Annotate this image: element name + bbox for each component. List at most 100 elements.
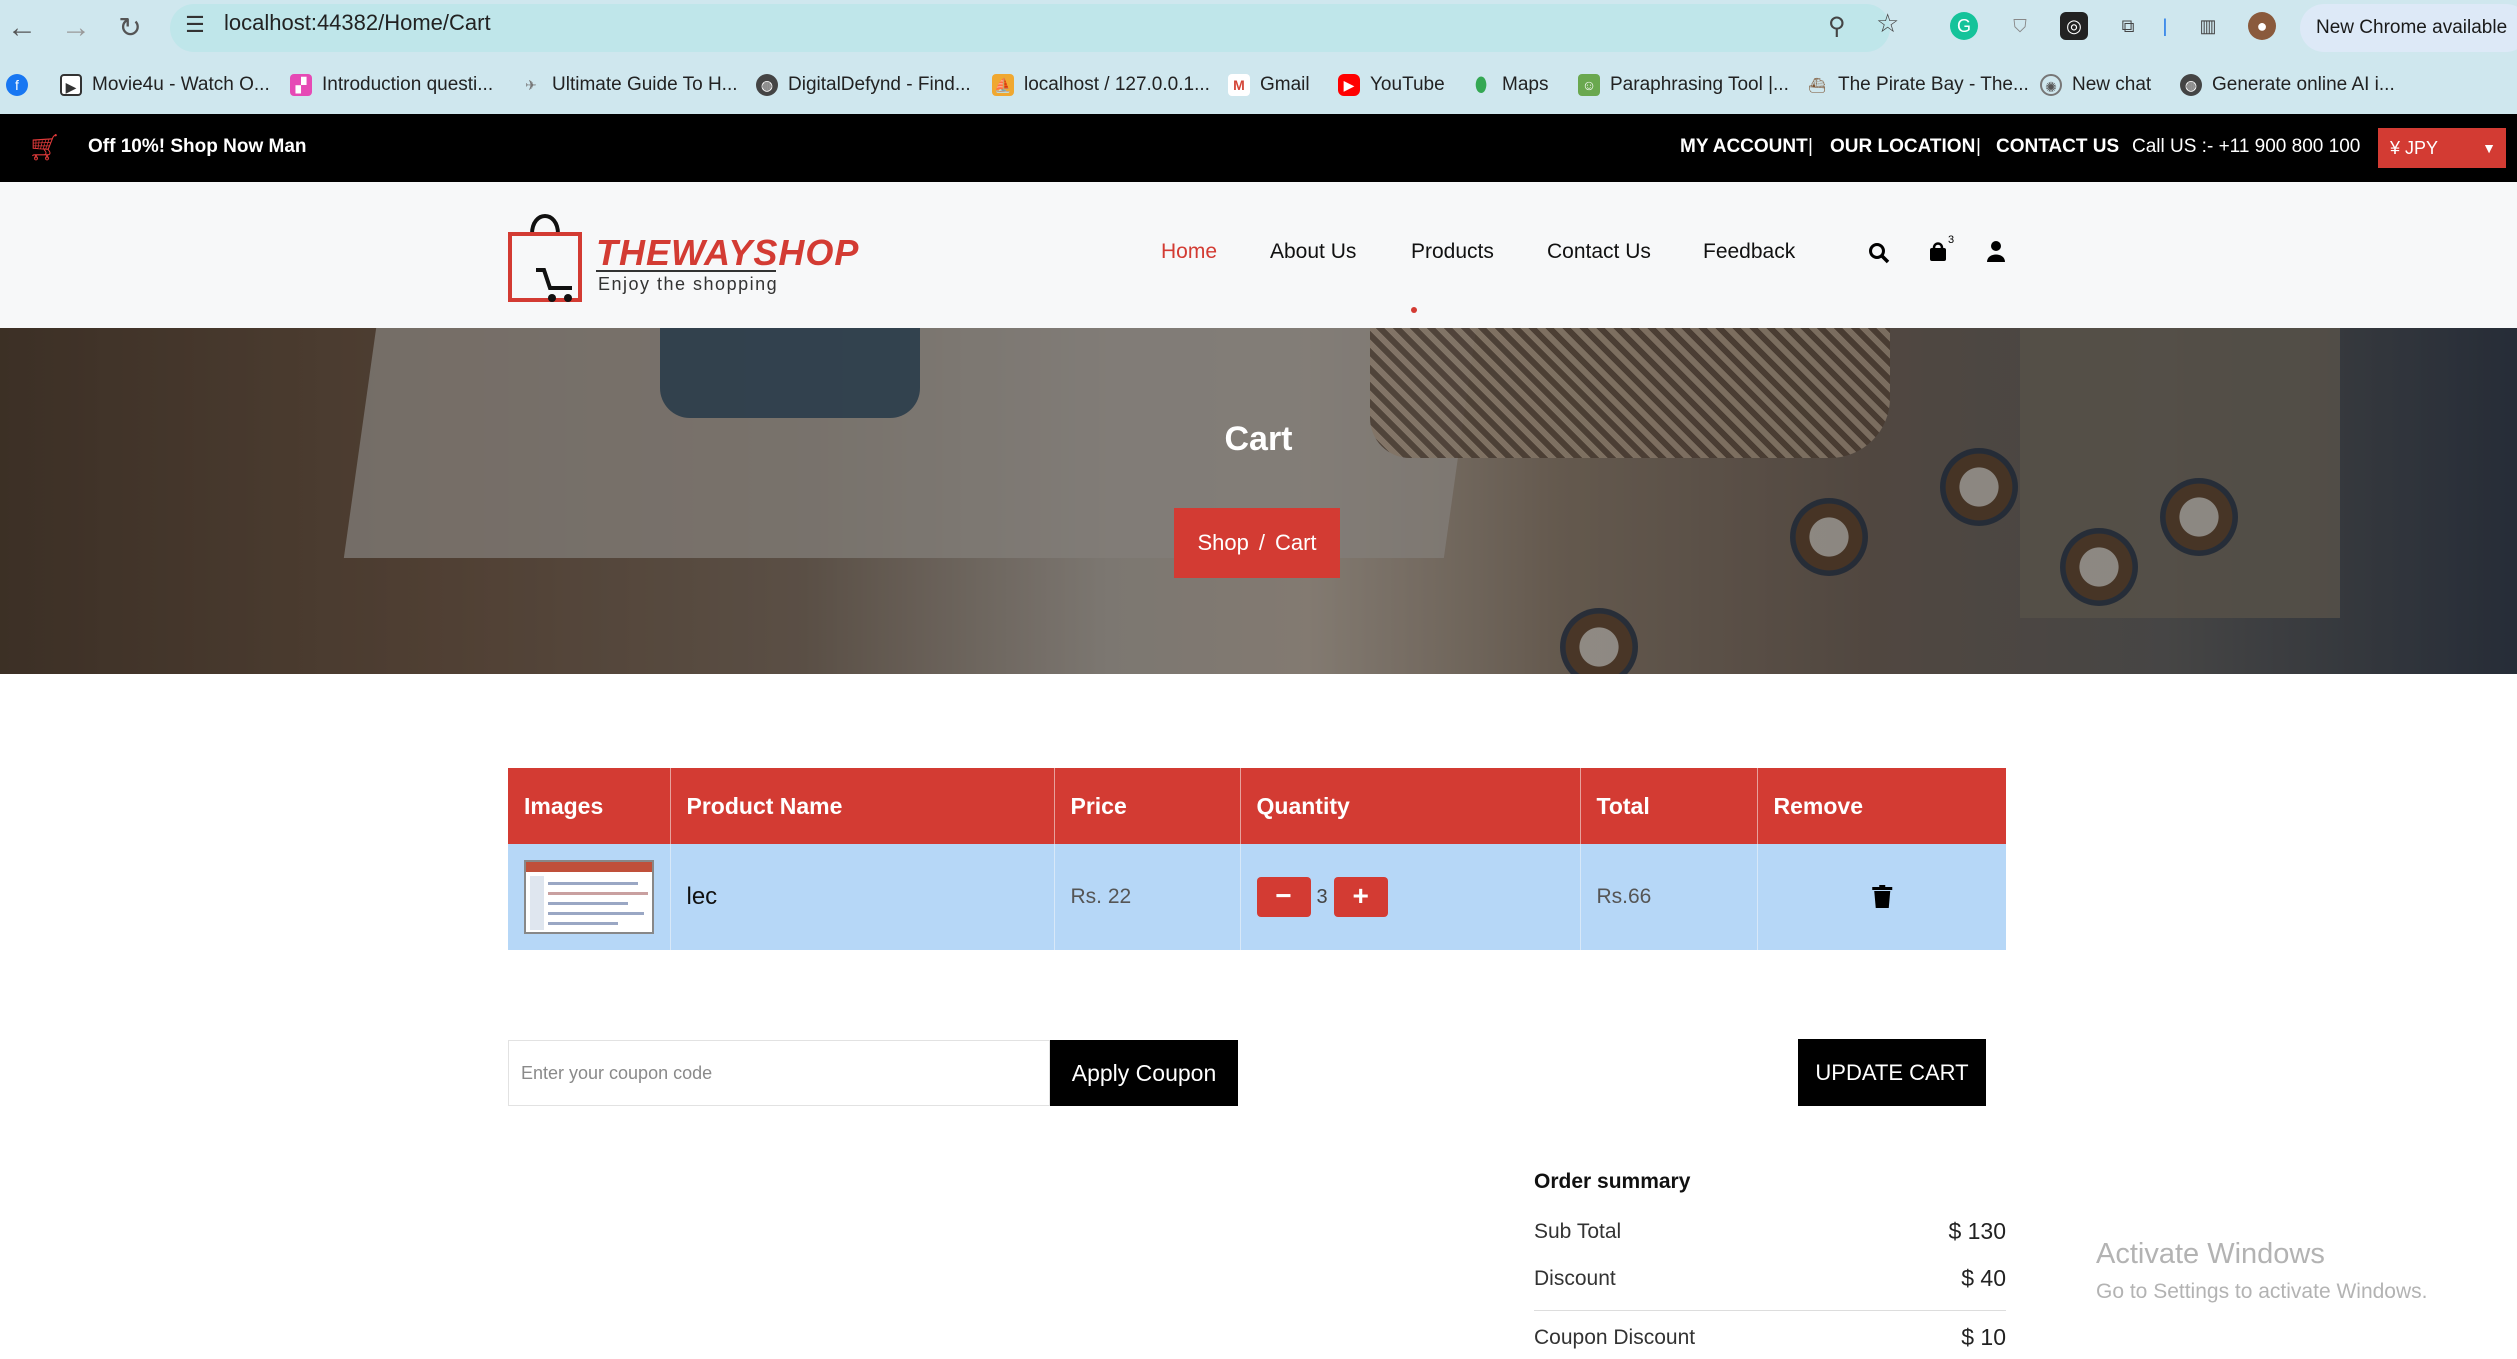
column-header-total: Total: [1580, 768, 1758, 844]
coupon-code-input[interactable]: [508, 1040, 1050, 1106]
thumbnail-line: [548, 902, 628, 905]
bookmark-generate-ai[interactable]: ◍ Generate online AI i...: [2180, 71, 2395, 99]
cart-table: Images Product Name Price Quantity Total…: [508, 768, 2006, 950]
address-bar-url[interactable]: localhost:44382/Home/Cart: [224, 10, 491, 36]
extensions-puzzle-icon[interactable]: ⧉: [2114, 12, 2142, 40]
quantity-decrease-button[interactable]: −: [1256, 877, 1311, 917]
summary-label-coupon-discount: Coupon Discount: [1534, 1326, 1696, 1349]
update-cart-button[interactable]: UPDATE CART: [1798, 1039, 1986, 1106]
thumbnail-sidebar: [530, 876, 544, 930]
toolbar-divider: |: [2162, 16, 2168, 36]
promo-text: Off 10%! Shop Now Man: [88, 136, 307, 157]
bookmark-youtube[interactable]: ▶ YouTube: [1338, 71, 1445, 99]
facebook-bookmark[interactable]: f: [6, 71, 38, 99]
chart-icon: ▞: [290, 73, 312, 96]
bookmark-maps[interactable]: ⬮ Maps: [1470, 71, 1549, 99]
browser-toolbar: ← → ↻ ☰ localhost:44382/Home/Cart ⚲ ☆ G …: [0, 0, 2517, 56]
bookmark-ultimate-guide[interactable]: ✈ Ultimate Guide To H...: [520, 71, 738, 99]
robot-icon: ☺: [1578, 73, 1600, 96]
bookmark-digitaldefynd[interactable]: ◍ DigitalDefynd - Find...: [756, 71, 971, 99]
bookmark-label: Paraphrasing Tool |...: [1610, 74, 1789, 95]
thumbnail-line: [548, 882, 638, 885]
search-icon[interactable]: [1868, 242, 1890, 264]
shopping-bag-logo-icon[interactable]: [506, 200, 588, 308]
thumbnail-line: [548, 912, 644, 915]
nav-feedback[interactable]: Feedback: [1703, 240, 1795, 264]
apply-coupon-button[interactable]: Apply Coupon: [1050, 1040, 1238, 1106]
back-arrow-icon[interactable]: ←: [4, 10, 40, 46]
summary-divider: [1534, 1310, 2006, 1311]
bookmark-star-icon[interactable]: ☆: [1876, 8, 1899, 39]
activate-windows-title: Activate Windows: [2096, 1238, 2325, 1270]
bookmark-gmail[interactable]: M Gmail: [1228, 71, 1310, 99]
bookmarks-bar: f ▶ Movie4u - Watch O... ▞ Introduction qu…: [0, 56, 2517, 114]
gmail-icon: M: [1228, 73, 1250, 96]
thumbnail-header: [526, 862, 652, 872]
youtube-icon: ▶: [1338, 73, 1360, 96]
breadcrumb: Shop / Cart: [1174, 508, 1340, 578]
nav-products[interactable]: Products: [1411, 240, 1494, 264]
active-nav-indicator: [1411, 307, 1417, 313]
globe-icon: ◍: [2180, 73, 2202, 96]
forward-arrow-icon[interactable]: →: [58, 10, 94, 46]
bookmark-label: Introduction questi...: [322, 74, 494, 95]
nav-about-us[interactable]: About Us: [1270, 240, 1356, 264]
profile-avatar-icon[interactable]: ●: [2248, 12, 2276, 40]
caret-down-icon: ▼: [2482, 140, 2496, 156]
column-header-quantity: Quantity: [1240, 768, 1581, 844]
my-account-link[interactable]: MY ACCOUNT: [1680, 136, 1808, 158]
bookmark-label: Ultimate Guide To H...: [552, 74, 738, 95]
chatgpt-icon: ✺: [2040, 73, 2062, 96]
brand-tagline: Enjoy the shopping: [598, 274, 779, 294]
brand-title[interactable]: THEWAYSHOP: [596, 232, 859, 274]
order-summary-title: Order summary: [1534, 1170, 1691, 1193]
summary-value-subtotal: $ 130: [1948, 1218, 2006, 1244]
cell-price: Rs. 22: [1054, 844, 1241, 950]
bookmark-new-chat[interactable]: ✺ New chat: [2040, 71, 2151, 99]
summary-value-discount: $ 40: [1961, 1265, 2006, 1291]
site-info-icon[interactable]: ☰: [180, 10, 210, 40]
phpmyadmin-icon: ⛵: [992, 73, 1014, 96]
globe-icon: ◍: [756, 73, 778, 96]
user-icon[interactable]: [1986, 240, 2006, 262]
bookmark-localhost-phpmyadmin[interactable]: ⛵ localhost / 127.0.0.1...: [992, 71, 1210, 99]
bookmark-paraphrasing-tool[interactable]: ☺ Paraphrasing Tool |...: [1578, 71, 1789, 99]
summary-value-coupon-discount: $ 10: [1961, 1324, 2006, 1350]
shield-extension-icon[interactable]: ⛉: [2006, 12, 2034, 40]
product-thumbnail[interactable]: [524, 860, 654, 934]
summary-label-subtotal: Sub Total: [1534, 1220, 1622, 1243]
new-chrome-available-button[interactable]: New Chrome available: [2300, 4, 2517, 52]
contact-us-link[interactable]: CONTACT US: [1996, 136, 2119, 158]
zoom-icon[interactable]: ⚲: [1828, 12, 1846, 41]
nav-contact-us[interactable]: Contact Us: [1547, 240, 1651, 264]
nav-home[interactable]: Home: [1161, 240, 1217, 264]
facebook-icon: f: [6, 73, 28, 96]
bookmark-introduction[interactable]: ▞ Introduction questi...: [290, 71, 493, 99]
divider: |: [1976, 136, 1981, 157]
bookmark-label: Gmail: [1260, 74, 1310, 95]
bookmark-label: DigitalDefynd - Find...: [788, 74, 971, 95]
quantity-increase-button[interactable]: +: [1333, 877, 1388, 917]
site-header: [0, 182, 2517, 328]
grammarly-extension-icon[interactable]: G: [1950, 12, 1978, 40]
brand-underline: [596, 270, 776, 272]
cart-count-badge: 3: [1948, 234, 1955, 246]
ai-extension-icon[interactable]: ◎: [2060, 12, 2088, 40]
bookmark-label: localhost / 127.0.0.1...: [1024, 74, 1210, 95]
bookmark-label: The Pirate Bay - The...: [1838, 74, 2029, 95]
quantity-value: 3: [1316, 885, 1328, 908]
page-banner: [0, 328, 2517, 674]
bookmark-pirate-bay[interactable]: ⛴ The Pirate Bay - The...: [1806, 71, 2029, 99]
breadcrumb-shop[interactable]: Shop: [1197, 530, 1248, 555]
currency-select[interactable]: ¥ JPY ▼: [2378, 128, 2506, 168]
bookmark-movie4u[interactable]: ▶ Movie4u - Watch O...: [60, 71, 270, 99]
reload-icon[interactable]: ↻: [112, 10, 148, 46]
side-panel-icon[interactable]: ▥: [2194, 12, 2222, 40]
page-title: Cart: [1224, 420, 1293, 458]
product-name[interactable]: lec: [687, 883, 718, 910]
our-location-link[interactable]: OUR LOCATION: [1830, 136, 1975, 158]
play-icon: ▶: [60, 73, 82, 96]
shopping-bag-icon[interactable]: [1928, 240, 1948, 262]
bookmark-label: New chat: [2072, 74, 2152, 95]
trash-icon[interactable]: [1758, 885, 2007, 909]
